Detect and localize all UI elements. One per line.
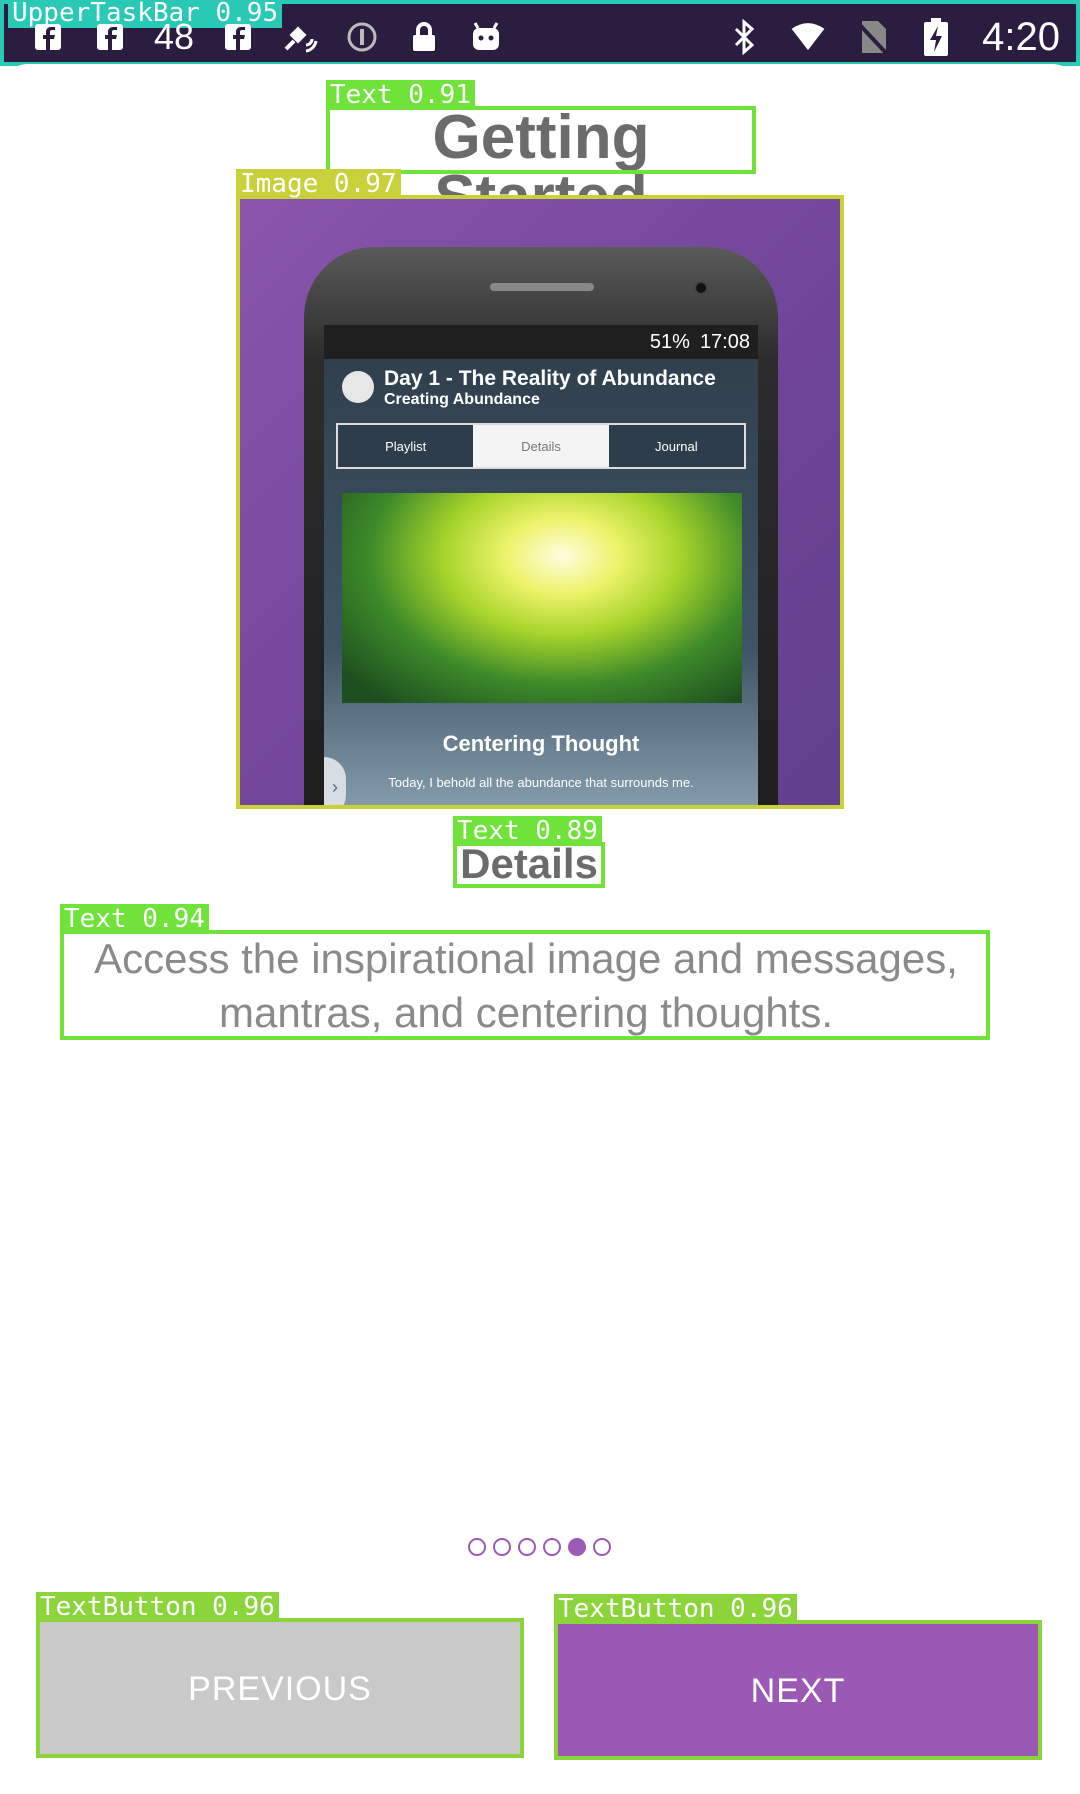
page-dot[interactable] [468,1538,486,1556]
title-detection-label: Text 0.91 [326,80,475,110]
battery-charging-icon [918,18,954,56]
page-dot[interactable] [518,1538,536,1556]
wifi-icon [790,19,826,55]
subtitle-detection-label: Text 0.89 [453,816,602,846]
system-icons: 4:20 [726,14,1060,60]
previous-detection-box: TextButton 0.96 [36,1592,524,1758]
alert-icon [344,19,380,55]
page-indicator [468,1538,611,1556]
status-bar: UpperTaskBar 0.95 48 4:20 [0,0,1080,66]
title-detection-box: Text 0.91 [326,80,756,174]
facebook-icon [30,19,66,55]
no-sim-icon [854,19,890,55]
description-detection-label: Text 0.94 [60,904,209,934]
image-detection-label: Image 0.97 [236,169,401,199]
lock-icon [406,19,442,55]
facebook-icon [92,19,128,55]
notification-icons: 48 [30,14,504,60]
description-detection-box: Text 0.94 [60,904,990,1040]
image-detection-box: Image 0.97 [236,169,844,809]
page-dot[interactable] [543,1538,561,1556]
android-icon [468,19,504,55]
subtitle-detection-box: Text 0.89 [453,816,605,888]
next-detection-box: TextButton 0.96 [554,1594,1042,1760]
bluetooth-icon [726,19,762,55]
page-dot-active[interactable] [568,1538,586,1556]
clock: 4:20 [982,14,1060,59]
page-dot[interactable] [593,1538,611,1556]
next-detection-label: TextButton 0.96 [554,1594,797,1624]
page-dot[interactable] [493,1538,511,1556]
previous-detection-label: TextButton 0.96 [36,1592,279,1622]
satellite-icon [282,19,318,55]
notification-count: 48 [154,16,195,57]
facebook-icon [220,19,256,55]
